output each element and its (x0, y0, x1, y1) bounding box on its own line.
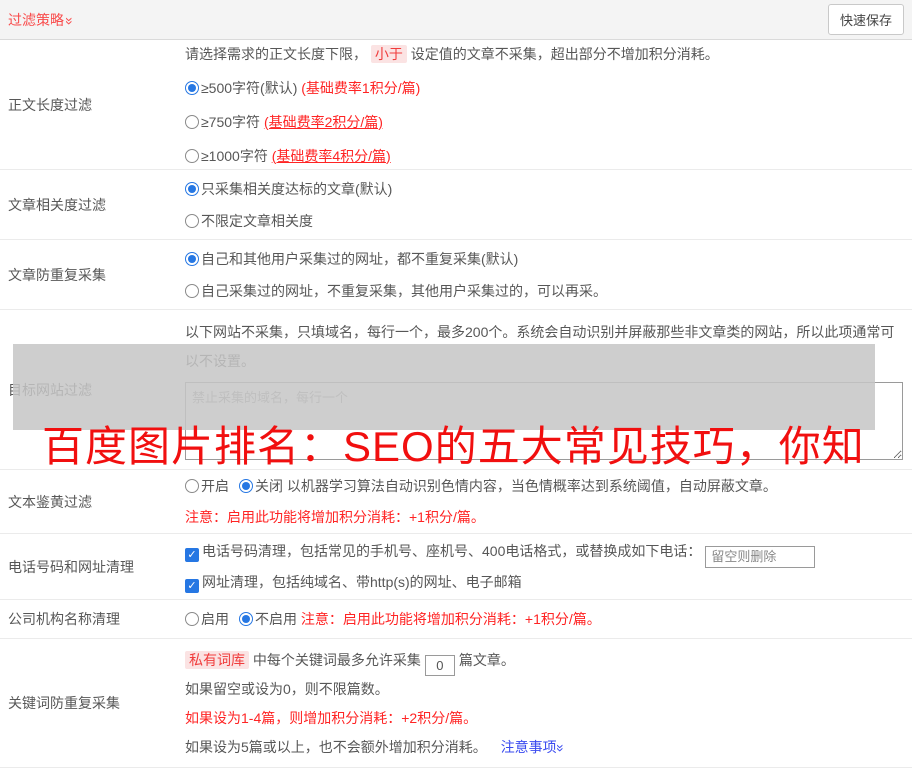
row-content: 请选择需求的正文长度下限， 小于 设定值的文章不采集，超出部分不增加积分消耗。 … (185, 40, 912, 169)
row-dedup-filter: 文章防重复采集 自己和其他用户采集过的网址，都不重复采集(默认) 自己采集过的网… (0, 240, 912, 310)
radio-icon[interactable] (185, 252, 199, 266)
dedup-option-self[interactable]: 自己采集过的网址，不重复采集，其他用户采集过的，可以再采。 (185, 281, 912, 301)
row-content: ✓电话号码清理，包括常见的手机号、座机号、400电话格式，或替换成如下电话： ✓… (185, 534, 912, 599)
fee-note: (基础费率2积分/篇) (264, 114, 383, 130)
checkbox-icon[interactable]: ✓ (185, 548, 199, 562)
row-company-clean: 公司机构名称清理 启用不启用 注意：启用此功能将增加积分消耗：+1积分/篇。 (0, 600, 912, 639)
length-filter-intro: 请选择需求的正文长度下限， 小于 设定值的文章不采集，超出部分不增加积分消耗。 (185, 44, 912, 64)
row-keyword-dedup: 关键词防重复采集 私有词库 中每个关键词最多允许采集篇文章。 如果留空或设为0，… (0, 639, 912, 768)
radio-icon[interactable] (239, 479, 253, 493)
watermark-text: 百度图片排名：SEO的五大常见技巧，你知 (42, 413, 865, 474)
private-lexicon-tag: 私有词库 (185, 651, 249, 669)
row-content: 私有词库 中每个关键词最多允许采集篇文章。 如果留空或设为0，则不限篇数。 如果… (185, 639, 912, 767)
company-clean-note: 注意：启用此功能将增加积分消耗：+1积分/篇。 (301, 611, 601, 627)
chevron-down-icon: » (554, 744, 568, 752)
porn-filter-description: 以机器学习算法自动识别色情内容，当色情概率达到系统阈值，自动屏蔽文章。 (287, 478, 777, 494)
phone-clean-option: ✓电话号码清理，包括常见的手机号、座机号、400电话格式，或替换成如下电话： (185, 541, 912, 561)
row-content: 自己和其他用户采集过的网址，都不重复采集(默认) 自己采集过的网址，不重复采集，… (185, 240, 912, 309)
length-option-500[interactable]: ≥500字符(默认) (基础费率1积分/篇) (185, 78, 912, 98)
page-title: 过滤策略 (8, 10, 64, 30)
quick-save-button[interactable]: 快速保存 (828, 4, 904, 35)
porn-filter-options: 开启关闭 以机器学习算法自动识别色情内容，当色情概率达到系统阈值，自动屏蔽文章。 (185, 476, 912, 496)
row-relevance-filter: 文章相关度过滤 只采集相关度达标的文章(默认) 不限定文章相关度 (0, 170, 912, 240)
row-label: 正文长度过滤 (0, 40, 185, 169)
max-articles-input[interactable] (425, 655, 455, 676)
row-label: 公司机构名称清理 (0, 600, 185, 638)
row-length-filter: 正文长度过滤 请选择需求的正文长度下限， 小于 设定值的文章不采集，超出部分不增… (0, 40, 912, 170)
fee-note: (基础费率1积分/篇) (301, 80, 420, 96)
radio-icon[interactable] (185, 182, 199, 196)
row-phone-url-clean: 电话号码和网址清理 ✓电话号码清理，包括常见的手机号、座机号、400电话格式，或… (0, 534, 912, 600)
radio-icon[interactable] (185, 214, 199, 228)
row-label: 文本鉴黄过滤 (0, 470, 185, 533)
radio-icon[interactable] (185, 284, 199, 298)
row-content: 只采集相关度达标的文章(默认) 不限定文章相关度 (185, 170, 912, 239)
radio-icon[interactable] (239, 612, 253, 626)
row-label: 电话号码和网址清理 (0, 534, 185, 599)
relevance-option-strict[interactable]: 只采集相关度达标的文章(默认) (185, 179, 912, 199)
length-option-1000[interactable]: ≥1000字符 (基础费率4积分/篇) (185, 146, 912, 166)
url-clean-option: ✓网址清理，包括纯域名、带http(s)的网址、电子邮箱 (185, 572, 912, 592)
length-option-750[interactable]: ≥750字符 (基础费率2积分/篇) (185, 112, 912, 132)
radio-icon[interactable] (185, 115, 199, 129)
row-label: 文章相关度过滤 (0, 170, 185, 239)
relevance-option-any[interactable]: 不限定文章相关度 (185, 211, 912, 231)
radio-icon[interactable] (185, 149, 199, 163)
radio-icon[interactable] (185, 81, 199, 95)
keyword-note-five: 如果设为5篇或以上，也不会额外增加积分消耗。 注意事项» (185, 737, 912, 757)
checkbox-icon[interactable]: ✓ (185, 579, 199, 593)
chevron-down-icon[interactable]: » (63, 17, 77, 25)
row-porn-filter: 文本鉴黄过滤 开启关闭 以机器学习算法自动识别色情内容，当色情概率达到系统阈值，… (0, 470, 912, 534)
keyword-limit-line: 私有词库 中每个关键词最多允许采集篇文章。 (185, 650, 912, 670)
row-label: 文章防重复采集 (0, 240, 185, 309)
topbar: 过滤策略 » 快速保存 (0, 0, 912, 40)
keyword-note-fee: 如果设为1-4篇，则增加积分消耗：+2积分/篇。 (185, 708, 912, 728)
company-clean-options: 启用不启用 注意：启用此功能将增加积分消耗：+1积分/篇。 (185, 609, 912, 629)
fee-note: (基础费率4积分/篇) (272, 148, 391, 164)
filter-settings-page: 过滤策略 » 快速保存 正文长度过滤 请选择需求的正文长度下限， 小于 设定值的… (0, 0, 912, 768)
notice-link[interactable]: 注意事项» (501, 739, 565, 755)
radio-icon[interactable] (185, 612, 199, 626)
dedup-option-global[interactable]: 自己和其他用户采集过的网址，都不重复采集(默认) (185, 249, 912, 269)
less-than-tag: 小于 (371, 45, 407, 63)
porn-filter-note: 注意：启用此功能将增加积分消耗：+1积分/篇。 (185, 507, 912, 527)
keyword-note-zero: 如果留空或设为0，则不限篇数。 (185, 679, 912, 699)
row-label: 关键词防重复采集 (0, 639, 185, 767)
replacement-phone-input[interactable] (705, 546, 815, 568)
row-content: 启用不启用 注意：启用此功能将增加积分消耗：+1积分/篇。 (185, 600, 912, 638)
radio-icon[interactable] (185, 479, 199, 493)
row-content: 开启关闭 以机器学习算法自动识别色情内容，当色情概率达到系统阈值，自动屏蔽文章。… (185, 470, 912, 533)
